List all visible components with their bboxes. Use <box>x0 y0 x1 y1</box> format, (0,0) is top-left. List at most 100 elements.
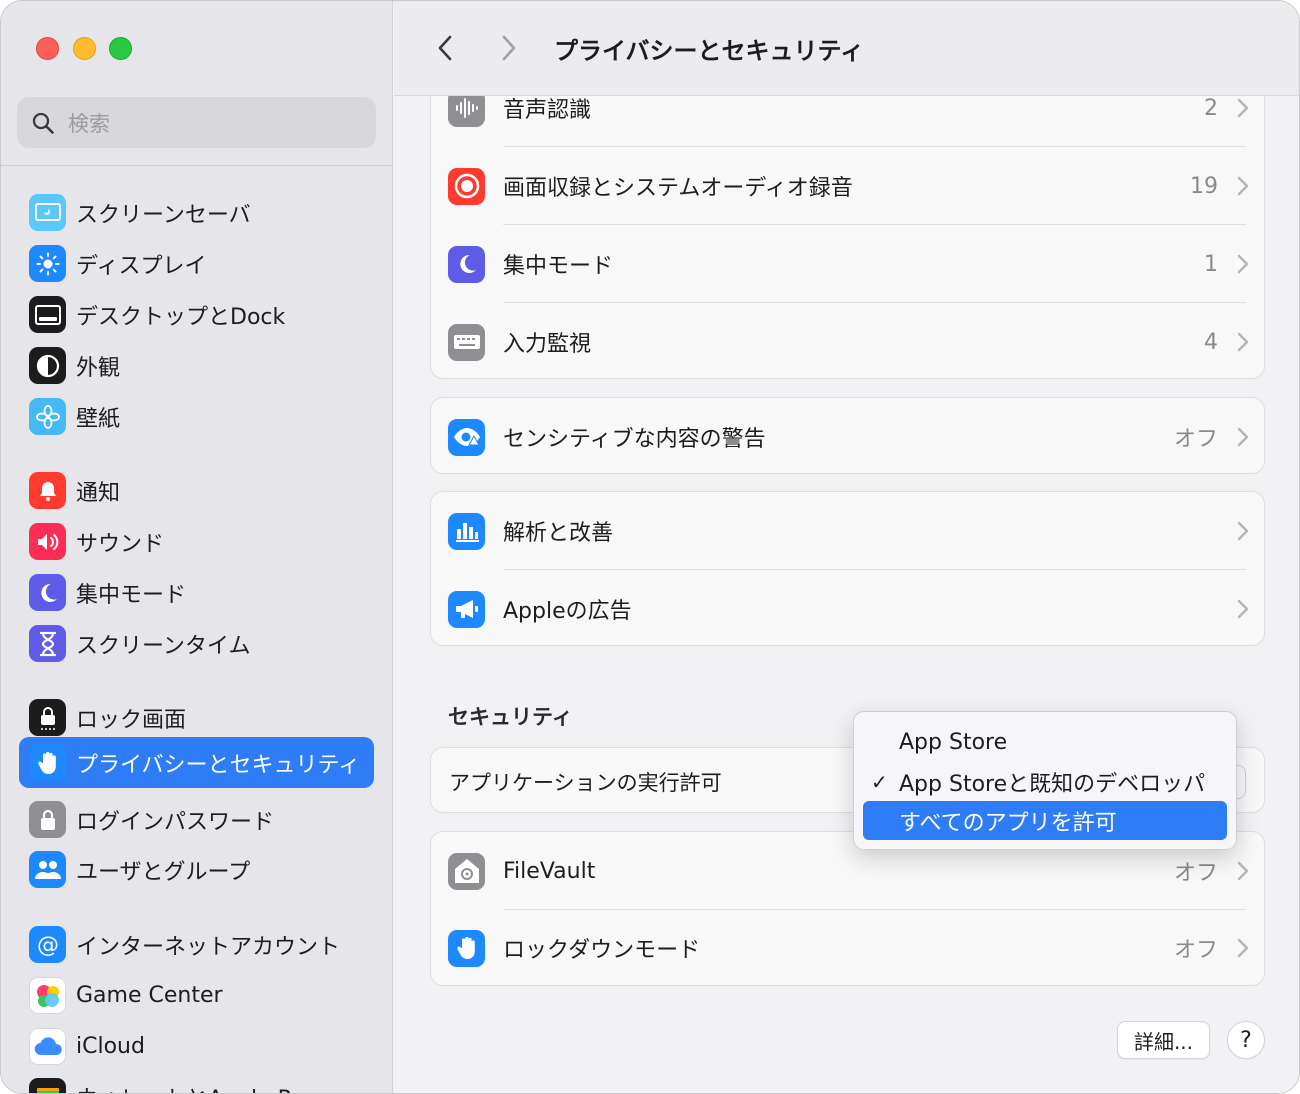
row-keyboard[interactable]: 入力監視 4 <box>431 303 1264 378</box>
sidebar-item-wallpaper[interactable]: 壁紙 <box>19 391 374 442</box>
speaker-icon <box>29 523 66 560</box>
menu-option[interactable]: すべてのアプリを許可 <box>863 801 1227 840</box>
sidebar-item-bell[interactable]: 通知 <box>19 465 374 516</box>
menu-option[interactable]: ✓ App Storeと既知のデベロッパ <box>863 762 1227 801</box>
row-value: 2 <box>1204 95 1218 121</box>
display-icon <box>29 245 66 282</box>
back-button[interactable] <box>430 31 460 65</box>
sidebar-item-label: ロック画面 <box>76 707 187 733</box>
row-moon[interactable]: 集中モード 1 <box>431 225 1264 303</box>
search-icon <box>32 112 54 134</box>
sidebar-item-label: 集中モード <box>76 582 187 608</box>
sidebar-item-moon[interactable]: 集中モード <box>19 567 374 618</box>
bell-icon <box>29 472 66 509</box>
security-group: FileVault オフ ロックダウンモード オフ <box>430 831 1265 986</box>
chevron-right-icon <box>1237 254 1249 274</box>
sidebar-item-label: プライバシーとセキュリティ <box>76 752 361 778</box>
row-record[interactable]: 画面収録とシステムオーディオ録音 19 <box>431 147 1264 225</box>
page-title: プライバシーとセキュリティ <box>554 37 865 65</box>
row-divider <box>503 569 1246 570</box>
sidebar-item-at[interactable]: @ インターネットアカウント <box>19 919 374 970</box>
row-label: 集中モード <box>503 254 614 279</box>
row-chart[interactable]: 解析と改善 <box>431 492 1264 570</box>
sidebar-item-wallet[interactable]: ウォレットとApple Pay <box>19 1071 374 1093</box>
privacy-list-group: 音声認識 2 画面収録とシステムオーディオ録音 19 集中モード 1 入力監視 4 <box>430 61 1265 379</box>
sidebar-item-display[interactable]: ディスプレイ <box>19 238 374 289</box>
wallpaper-icon <box>29 398 66 435</box>
security-section-title: セキュリティ <box>448 705 573 729</box>
sidebar-item-hand[interactable]: プライバシーとセキュリティ <box>19 737 374 788</box>
sidebar-item-screensaver[interactable]: スクリーンセーバ <box>19 187 374 238</box>
chevron-right-icon <box>1237 176 1249 196</box>
row-label: 解析と改善 <box>503 521 614 546</box>
appearance-icon <box>29 347 66 384</box>
sidebar-item-label: ユーザとグループ <box>76 859 251 885</box>
sidebar-item-users[interactable]: ユーザとグループ <box>19 844 374 895</box>
megaphone-icon <box>448 590 485 628</box>
menu-option[interactable]: App Store <box>863 723 1227 762</box>
row-divider <box>503 146 1246 147</box>
chevron-right-icon <box>502 35 516 61</box>
sidebar-item-label: デスクトップとDock <box>76 304 286 330</box>
dock-icon <box>29 296 66 333</box>
row-divider <box>503 302 1246 303</box>
hourglass-icon <box>29 625 66 662</box>
chevron-left-icon <box>438 35 452 61</box>
chevron-right-icon <box>1237 332 1249 352</box>
app-permission-label: アプリケーションの実行許可 <box>449 771 722 795</box>
sidebar-item-hourglass[interactable]: スクリーンタイム <box>19 618 374 669</box>
chevron-right-icon <box>1237 98 1249 118</box>
row-value: オフ <box>1173 427 1218 452</box>
game-center-icon <box>29 977 66 1014</box>
sidebar-item-game-center[interactable]: Game Center <box>19 970 374 1021</box>
row-label: 入力監視 <box>503 332 592 357</box>
row-hand[interactable]: ロックダウンモード オフ <box>431 909 1264 985</box>
hand-icon <box>29 744 66 781</box>
sidebar-item-lock[interactable]: ログインパスワード <box>19 794 374 845</box>
minimize-window-button[interactable] <box>73 37 96 60</box>
settings-window: 検索 スクリーンセーバ ディスプレイ デスクトップとDock 外観 壁紙 通知 サウンド 集中… <box>0 0 1300 1094</box>
moon-icon <box>448 245 485 283</box>
sidebar: 検索 スクリーンセーバ ディスプレイデスクトップとDock 外観 壁紙通知 サウンド集中… <box>1 1 393 1093</box>
row-label: ロックダウンモード <box>503 938 701 963</box>
cloud-icon <box>29 1028 66 1065</box>
record-icon <box>448 167 485 205</box>
menu-option-label: App Store <box>899 730 1008 755</box>
forward-button[interactable] <box>494 31 524 65</box>
keyboard-icon <box>448 323 485 361</box>
eye-warning-icon <box>448 418 485 456</box>
lock-icon <box>29 801 66 838</box>
help-button[interactable]: ? <box>1227 1021 1265 1059</box>
row-label: 音声認識 <box>503 98 592 123</box>
row-value: 19 <box>1190 173 1218 199</box>
close-window-button[interactable] <box>36 37 59 60</box>
sidebar-item-label: インターネットアカウント <box>76 934 341 960</box>
moon-icon <box>29 574 66 611</box>
search-field[interactable]: 検索 <box>17 97 376 148</box>
lock-screen-icon <box>29 699 66 736</box>
row-value: オフ <box>1173 861 1218 886</box>
sidebar-item-cloud[interactable]: iCloud <box>19 1021 374 1072</box>
sidebar-item-dock[interactable]: デスクトップとDock <box>19 289 374 340</box>
chevron-right-icon <box>1237 427 1249 447</box>
sidebar-item-label: ディスプレイ <box>76 253 207 279</box>
detail-button[interactable]: 詳細... <box>1117 1021 1210 1059</box>
sidebar-item-appearance[interactable]: 外観 <box>19 340 374 391</box>
sidebar-item-lock-screen[interactable]: ロック画面 <box>19 692 374 743</box>
sidebar-item-label: スクリーンセーバ <box>76 202 251 228</box>
row-megaphone[interactable]: Appleの広告 <box>431 570 1264 645</box>
svg-text:@: @ <box>37 933 59 958</box>
sidebar-item-label: スクリーンタイム <box>76 633 251 659</box>
wallet-icon <box>29 1078 66 1093</box>
filevault-icon <box>448 852 485 890</box>
menu-option-label: すべてのアプリを許可 <box>899 810 1117 836</box>
app-permission-menu: App Store ✓ App Storeと既知のデベロッパすべてのアプリを許可 <box>853 711 1237 850</box>
row-eye-warning[interactable]: センシティブな内容の警告 オフ <box>431 398 1264 473</box>
sidebar-item-label: iCloud <box>76 1034 145 1059</box>
row-label: センシティブな内容の警告 <box>503 427 766 452</box>
screensaver-icon <box>29 194 66 231</box>
sidebar-item-speaker[interactable]: サウンド <box>19 516 374 567</box>
search-placeholder: 検索 <box>68 111 110 136</box>
zoom-window-button[interactable] <box>109 37 132 60</box>
toolbar: プライバシーとセキュリティ <box>394 1 1299 96</box>
